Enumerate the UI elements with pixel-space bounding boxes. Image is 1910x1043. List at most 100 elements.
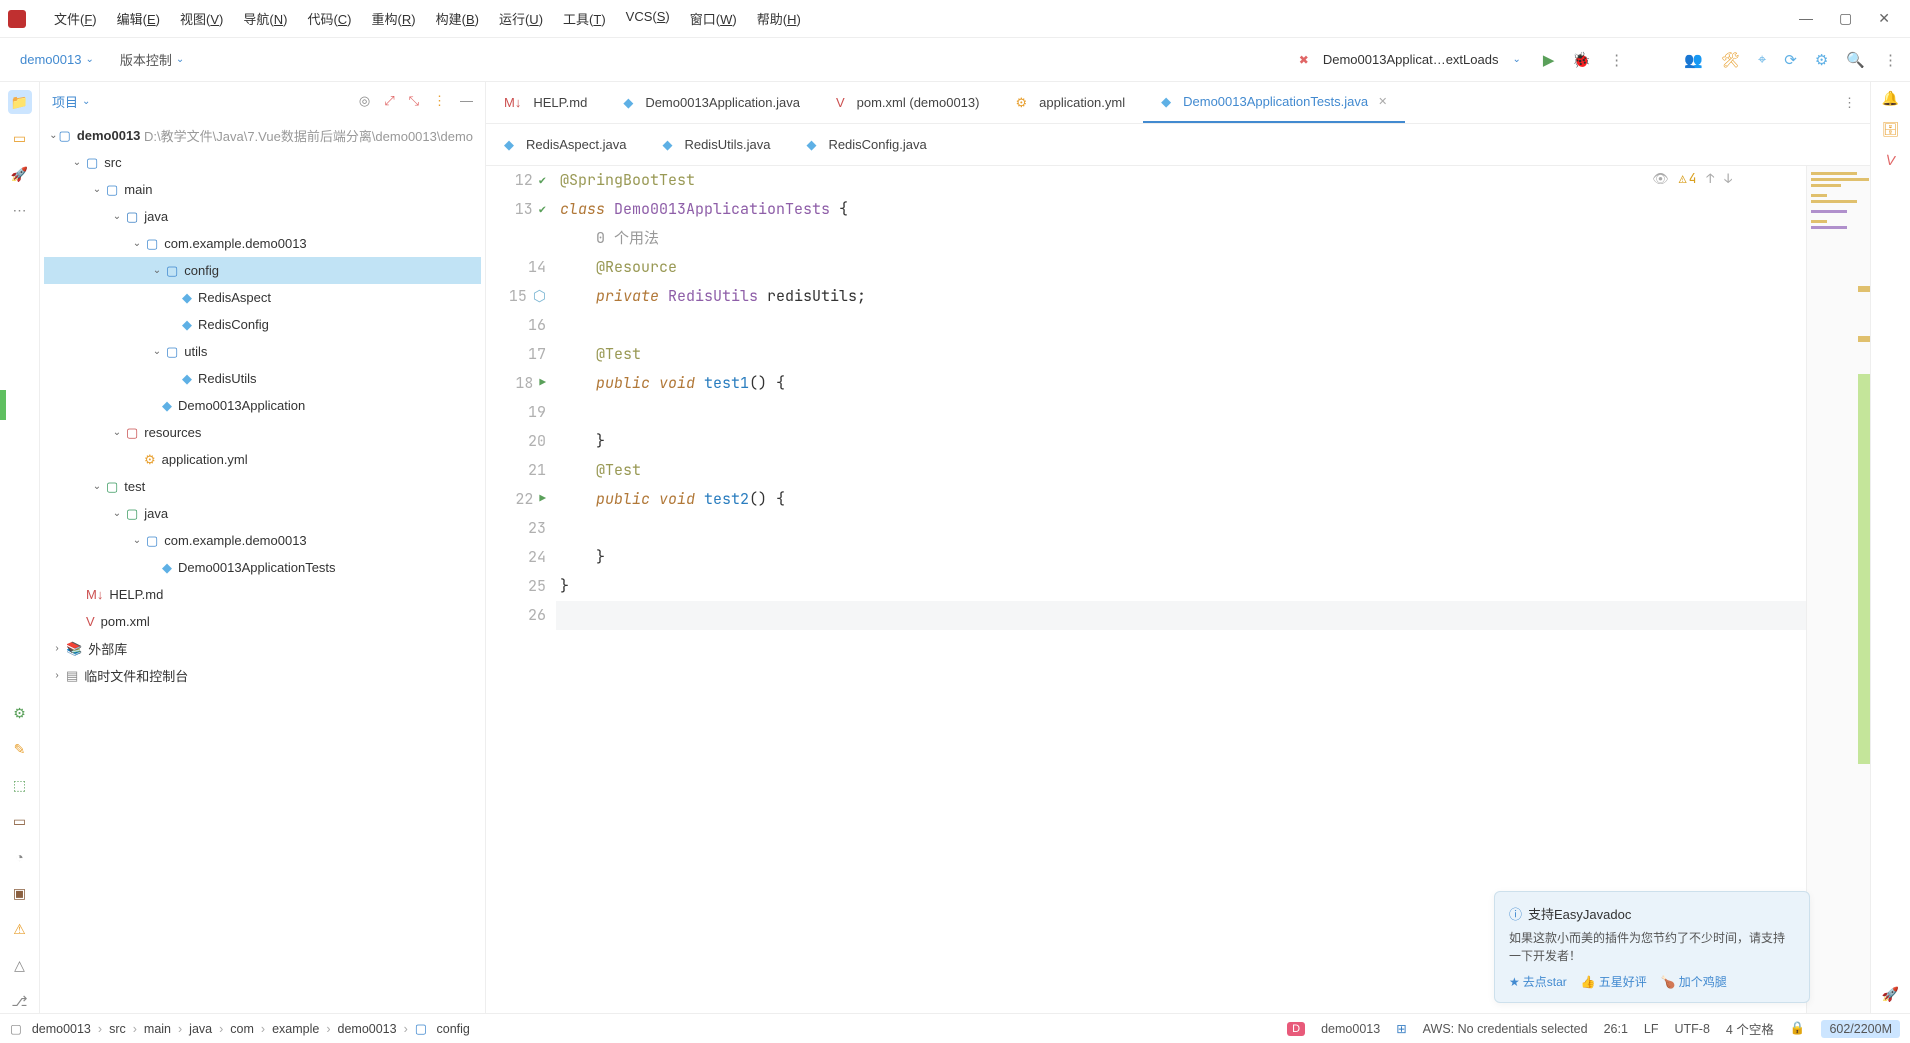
breadcrumb-item[interactable]: example: [268, 1022, 323, 1036]
options-icon[interactable]: ⋮: [433, 93, 446, 109]
notification-link[interactable]: 🍗 加个鸡腿: [1661, 973, 1727, 990]
notifications-icon[interactable]: 🔔: [1882, 90, 1899, 107]
minimize-icon[interactable]: —: [1799, 10, 1813, 27]
menu-item[interactable]: 重构(R): [362, 5, 426, 32]
breadcrumb-item[interactable]: java: [185, 1022, 216, 1036]
menu-item[interactable]: 编辑(E): [107, 5, 170, 32]
tree-root[interactable]: ⌄▢demo0013 D:\教学文件\Java\7.Vue数据前后端分离\dem…: [44, 122, 481, 149]
search-everywhere-icon[interactable]: ⌖: [1758, 51, 1766, 68]
database-icon[interactable]: ▭: [8, 809, 32, 833]
git-icon[interactable]: ⬚: [8, 773, 32, 797]
tree-pkg-test[interactable]: ⌄▢com.example.demo0013: [44, 527, 481, 554]
breadcrumb-item[interactable]: com: [226, 1022, 258, 1036]
editor-tab[interactable]: ◆RedisConfig.java: [788, 124, 944, 165]
database-tool-icon[interactable]: 🗄: [1882, 121, 1900, 138]
tree-main-java[interactable]: ⌄▢java: [44, 203, 481, 230]
tree-resources[interactable]: ⌄▢resources: [44, 419, 481, 446]
sync-icon[interactable]: ⟳: [1784, 51, 1797, 69]
search-icon[interactable]: 🔍: [1846, 51, 1865, 69]
tree-redis-config[interactable]: ◆RedisConfig: [44, 311, 481, 338]
editor-tab[interactable]: M↓HELP.md: [486, 82, 605, 123]
todo-icon[interactable]: ✎: [8, 737, 32, 761]
status-project-name[interactable]: demo0013: [1321, 1022, 1380, 1036]
bookmarks-tool-icon[interactable]: ▭: [8, 126, 32, 150]
run-icon[interactable]: ▶: [1543, 51, 1555, 69]
notification-link[interactable]: 👍 五星好评: [1581, 973, 1647, 990]
close-icon[interactable]: ✕: [1878, 10, 1890, 27]
tree-app-class[interactable]: ◆Demo0013Application: [44, 392, 481, 419]
more-tool-icon[interactable]: ⋯: [8, 198, 32, 222]
next-highlight-icon[interactable]: ↓: [1724, 170, 1732, 187]
rocket-icon[interactable]: 🚀: [1882, 986, 1899, 1003]
menu-item[interactable]: 窗口(W): [680, 5, 747, 32]
editor-tab[interactable]: ◆RedisUtils.java: [644, 124, 788, 165]
status-caret[interactable]: 26:1: [1604, 1022, 1628, 1036]
breadcrumb-item[interactable]: ▢ config: [411, 1022, 474, 1036]
breadcrumb-item[interactable]: demo0013: [28, 1022, 95, 1036]
nav-icon[interactable]: ▢: [10, 1021, 22, 1036]
tree-test[interactable]: ⌄▢test: [44, 473, 481, 500]
project-dropdown[interactable]: demo0013⌄: [12, 48, 102, 71]
tree-src[interactable]: ⌄▢src: [44, 149, 481, 176]
tree-redis-aspect[interactable]: ◆RedisAspect: [44, 284, 481, 311]
breadcrumb-item[interactable]: demo0013: [334, 1022, 401, 1036]
locate-icon[interactable]: ◎: [359, 93, 370, 109]
tree-help-md[interactable]: M↓HELP.md: [44, 581, 481, 608]
project-tree[interactable]: ⌄▢demo0013 D:\教学文件\Java\7.Vue数据前后端分离\dem…: [40, 120, 485, 1013]
menu-item[interactable]: VCS(S): [616, 5, 680, 32]
status-indent[interactable]: 4 个空格: [1726, 1019, 1774, 1038]
tree-scratch[interactable]: ›▤临时文件和控制台: [44, 662, 481, 689]
tree-utils[interactable]: ⌄▢utils: [44, 338, 481, 365]
menu-item[interactable]: 帮助(H): [747, 5, 811, 32]
status-linesep[interactable]: LF: [1644, 1022, 1659, 1036]
tree-test-java[interactable]: ⌄▢java: [44, 500, 481, 527]
code-editor[interactable]: 12 ✔13 ✔1415 ⬡161718 ▶19202122 ▶23242526…: [486, 166, 1870, 1013]
more-run-icon[interactable]: ⋮: [1609, 51, 1624, 69]
notification-link[interactable]: ★ 去点star: [1509, 973, 1567, 990]
breadcrumb-item[interactable]: src: [105, 1022, 130, 1036]
status-aws[interactable]: AWS: No credentials selected: [1423, 1022, 1588, 1036]
status-memory[interactable]: 602/2200M: [1821, 1020, 1900, 1038]
breadcrumb-item[interactable]: main: [140, 1022, 175, 1036]
menu-item[interactable]: 构建(B): [426, 5, 489, 32]
tree-ext-lib[interactable]: ›📚外部库: [44, 635, 481, 662]
expand-icon[interactable]: ⤢: [384, 93, 394, 109]
status-encoding[interactable]: UTF-8: [1675, 1022, 1710, 1036]
editor-tab[interactable]: ◆Demo0013Application.java: [605, 82, 818, 123]
menu-item[interactable]: 代码(C): [297, 5, 361, 32]
warnings-icon[interactable]: △: [8, 953, 32, 977]
hide-panel-icon[interactable]: —: [460, 93, 473, 109]
vcs-dropdown[interactable]: 版本控制⌄: [112, 46, 192, 73]
problems-icon[interactable]: ⚠: [8, 917, 32, 941]
tree-app-yml[interactable]: ⚙application.yml: [44, 446, 481, 473]
warnings-count[interactable]: ⚠ 4: [1679, 170, 1697, 187]
close-tab-icon[interactable]: ✕: [1378, 95, 1387, 108]
tab-options-icon[interactable]: ⋮: [1829, 95, 1870, 111]
build-icon[interactable]: 🛠: [1721, 51, 1740, 69]
maven-tool-icon[interactable]: V: [1885, 151, 1897, 168]
status-project-badge[interactable]: D: [1287, 1022, 1305, 1036]
inspection-eye-icon[interactable]: 👁: [1652, 170, 1669, 187]
tree-main[interactable]: ⌄▢main: [44, 176, 481, 203]
menu-item[interactable]: 运行(U): [489, 5, 553, 32]
profiler-icon[interactable]: ◔: [8, 845, 32, 869]
more-options-icon[interactable]: ⋮: [1883, 51, 1898, 69]
editor-tab[interactable]: Vpom.xml (demo0013): [818, 82, 998, 123]
tree-pom-xml[interactable]: Vpom.xml: [44, 608, 481, 635]
minimap[interactable]: [1806, 166, 1870, 1013]
terminal-icon[interactable]: ▣: [8, 881, 32, 905]
collapse-icon[interactable]: ⤡: [409, 93, 419, 109]
lock-icon[interactable]: 🔒: [1790, 1021, 1806, 1036]
menu-item[interactable]: 视图(V): [170, 5, 233, 32]
menu-item[interactable]: 文件(F): [44, 5, 107, 32]
run-config-dropdown[interactable]: ✖ Demo0013Applicat…extLoads ⌄: [1299, 50, 1521, 69]
vcs-icon[interactable]: ⎇: [8, 989, 32, 1013]
code-with-me-icon[interactable]: 👥: [1684, 51, 1703, 69]
editor-tab[interactable]: ◆RedisAspect.java: [486, 124, 644, 165]
project-tool-icon[interactable]: 📁: [8, 90, 32, 114]
tree-pkg-main[interactable]: ⌄▢com.example.demo0013: [44, 230, 481, 257]
services-icon[interactable]: ⚙: [8, 701, 32, 725]
panel-title[interactable]: 项目 ⌄: [52, 92, 90, 111]
tree-redis-utils[interactable]: ◆RedisUtils: [44, 365, 481, 392]
maximize-icon[interactable]: ▢: [1839, 10, 1852, 27]
